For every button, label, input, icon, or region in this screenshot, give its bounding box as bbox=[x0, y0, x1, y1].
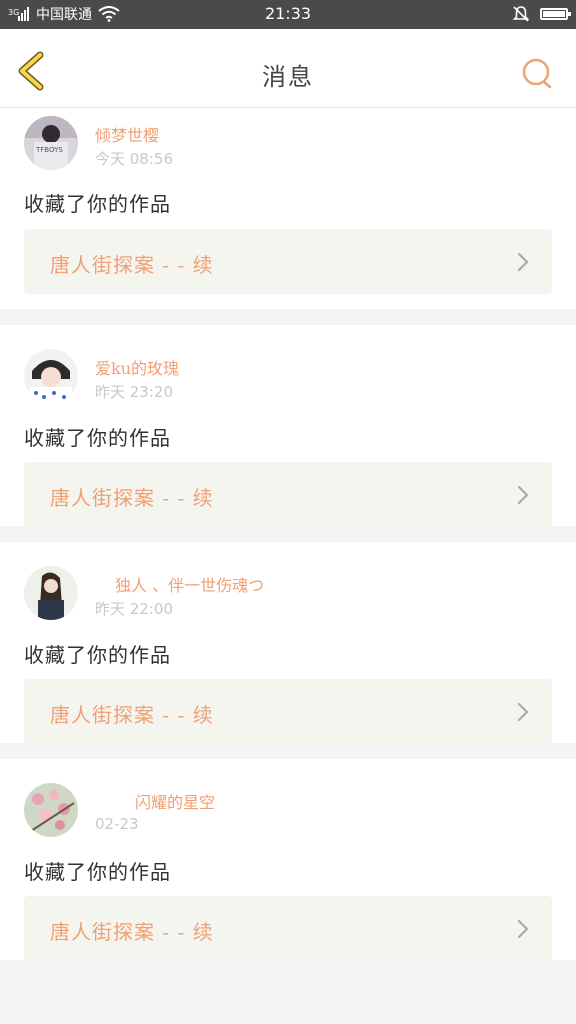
timestamp: 昨天 23:20 bbox=[95, 383, 173, 401]
timestamp: 02-23 bbox=[95, 815, 139, 833]
message-item: 爱ku的玫瑰 昨天 23:20 收藏了你的作品 唐人街探案 - - 续 bbox=[0, 325, 576, 527]
work-title: 唐人街探案 - - 续 bbox=[50, 253, 214, 277]
mute-bell-icon bbox=[512, 6, 530, 22]
work-title: 唐人街探案 - - 续 bbox=[50, 920, 214, 944]
avatar[interactable] bbox=[24, 349, 78, 403]
status-bar: 3G 中国联通 21:33 bbox=[0, 0, 576, 29]
message-list: TFBOYS 倾梦世樱 今天 08:56 收藏了你的作品 唐人街探案 - - 续 bbox=[0, 108, 576, 976]
work-link[interactable]: 唐人街探案 - - 续 bbox=[24, 679, 552, 744]
avatar[interactable] bbox=[24, 566, 78, 620]
username[interactable]: 独人 、伴一世伤魂つ bbox=[115, 572, 264, 596]
status-time: 21:33 bbox=[264, 4, 312, 23]
chevron-right-icon bbox=[517, 919, 529, 939]
header: 消息 bbox=[0, 29, 576, 108]
work-title: 唐人街探案 - - 续 bbox=[50, 703, 214, 727]
timestamp: 昨天 22:00 bbox=[95, 600, 173, 618]
action-text: 收藏了你的作品 bbox=[24, 643, 171, 667]
work-link[interactable]: 唐人街探案 - - 续 bbox=[24, 462, 552, 527]
svg-text:TFBOYS: TFBOYS bbox=[35, 146, 63, 154]
battery-icon bbox=[540, 8, 571, 20]
page-title: 消息 bbox=[262, 63, 314, 91]
status-right bbox=[512, 5, 571, 23]
username[interactable]: 爱ku的玫瑰 bbox=[95, 355, 179, 379]
search-icon bbox=[522, 58, 552, 89]
search-button[interactable] bbox=[520, 56, 554, 90]
work-link[interactable]: 唐人街探案 - - 续 bbox=[24, 229, 552, 294]
username[interactable]: 倾梦世樱 bbox=[95, 122, 159, 146]
username[interactable]: 闪耀的星空 bbox=[135, 789, 215, 813]
message-item: 闪耀的星空 02-23 收藏了你的作品 唐人街探案 - - 续 bbox=[0, 759, 576, 961]
chevron-right-icon bbox=[517, 702, 529, 722]
action-text: 收藏了你的作品 bbox=[24, 426, 171, 450]
work-title: 唐人街探案 - - 续 bbox=[50, 486, 214, 510]
chevron-right-icon bbox=[517, 485, 529, 505]
avatar[interactable] bbox=[24, 783, 78, 837]
action-text: 收藏了你的作品 bbox=[24, 192, 171, 216]
timestamp: 今天 08:56 bbox=[95, 150, 173, 168]
avatar[interactable]: TFBOYS bbox=[24, 116, 78, 170]
action-text: 收藏了你的作品 bbox=[24, 860, 171, 884]
message-item: 独人 、伴一世伤魂つ 昨天 22:00 收藏了你的作品 唐人街探案 - - 续 bbox=[0, 542, 576, 744]
chevron-right-icon bbox=[517, 252, 529, 272]
message-item: TFBOYS 倾梦世樱 今天 08:56 收藏了你的作品 唐人街探案 - - 续 bbox=[0, 108, 576, 309]
work-link[interactable]: 唐人街探案 - - 续 bbox=[24, 896, 552, 961]
